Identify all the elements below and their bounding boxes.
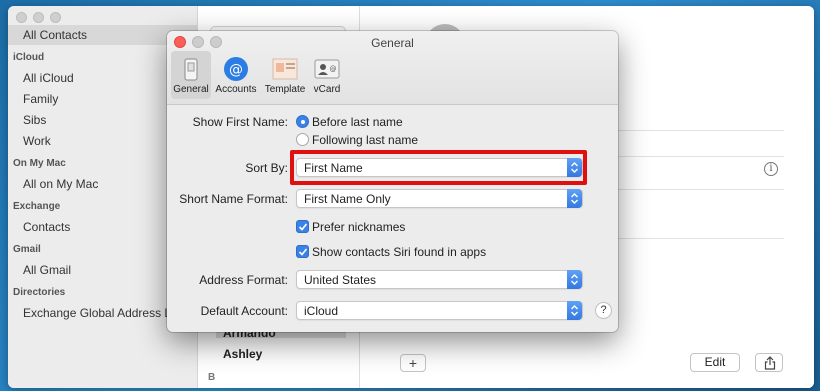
- show-first-name-label: Show First Name:: [192, 115, 288, 129]
- add-button[interactable]: +: [400, 354, 426, 372]
- share-button[interactable]: [755, 353, 783, 372]
- section-letter: B: [208, 372, 216, 383]
- checkmark-icon: [298, 223, 308, 231]
- help-button[interactable]: ?: [595, 302, 612, 319]
- tab-accounts-label: Accounts: [215, 84, 257, 95]
- radio-before-last-name-label[interactable]: Before last name: [312, 115, 403, 129]
- chevron-updown-icon: [567, 301, 582, 320]
- short-name-format-value: First Name Only: [304, 192, 391, 206]
- svg-text:@: @: [229, 62, 243, 78]
- tab-vcard[interactable]: @ vCard: [310, 51, 344, 99]
- switch-icon: [184, 58, 198, 81]
- short-name-format-select[interactable]: First Name Only: [296, 189, 583, 208]
- radio-following-last-name-label[interactable]: Following last name: [312, 133, 418, 147]
- chevron-updown-icon: [567, 189, 582, 208]
- prefer-nicknames-label[interactable]: Prefer nicknames: [312, 220, 405, 234]
- sort-by-label: Sort By:: [245, 161, 288, 175]
- default-account-label: Default Account:: [200, 304, 288, 318]
- radio-before-last-name[interactable]: [296, 115, 309, 128]
- address-format-select[interactable]: United States: [296, 270, 583, 289]
- tab-template[interactable]: Template: [262, 51, 308, 99]
- default-account-select[interactable]: iCloud: [296, 301, 583, 320]
- siri-contacts-label[interactable]: Show contacts Siri found in apps: [312, 245, 486, 259]
- dialog-titlebar: General General @ Accounts Template @ vC…: [167, 31, 618, 105]
- sidebar-section-gmail: Gmail: [13, 244, 41, 255]
- vcard-icon: @: [314, 59, 340, 79]
- close-window-button[interactable]: [16, 12, 27, 23]
- dialog-title: General: [371, 36, 414, 50]
- dialog-body: Show First Name: Before last name Follow…: [167, 106, 618, 332]
- minimize-window-button[interactable]: [33, 12, 44, 23]
- svg-text:@: @: [330, 65, 337, 73]
- zoom-window-button[interactable]: [50, 12, 61, 23]
- address-format-value: United States: [304, 273, 377, 287]
- default-account-value: iCloud: [304, 304, 339, 318]
- siri-contacts-checkbox[interactable]: [296, 245, 309, 258]
- sidebar-section-exchange: Exchange: [13, 201, 61, 212]
- prefer-nicknames-checkbox[interactable]: [296, 220, 309, 233]
- checkmark-icon: [298, 248, 308, 256]
- tab-general-label: General: [173, 84, 209, 95]
- tab-accounts[interactable]: @ Accounts: [214, 51, 258, 99]
- tab-template-label: Template: [264, 84, 306, 95]
- window-controls: [16, 12, 61, 23]
- sort-by-highlight-box: [290, 150, 587, 185]
- chevron-updown-icon: [567, 270, 582, 289]
- template-icon: [272, 58, 298, 80]
- info-icon[interactable]: i: [764, 162, 778, 176]
- at-icon: @: [224, 57, 248, 81]
- sidebar-section-directories: Directories: [13, 287, 66, 298]
- tab-vcard-label: vCard: [313, 84, 341, 95]
- share-icon: [764, 356, 776, 370]
- tab-general[interactable]: General: [171, 51, 211, 99]
- sidebar-section-on-my-mac: On My Mac: [13, 158, 66, 169]
- short-name-format-label: Short Name Format:: [179, 192, 288, 206]
- address-format-label: Address Format:: [199, 273, 288, 287]
- sidebar-section-icloud: iCloud: [13, 52, 45, 63]
- radio-following-last-name[interactable]: [296, 133, 309, 146]
- list-item[interactable]: Ashley: [223, 347, 262, 361]
- edit-button[interactable]: Edit: [690, 353, 740, 372]
